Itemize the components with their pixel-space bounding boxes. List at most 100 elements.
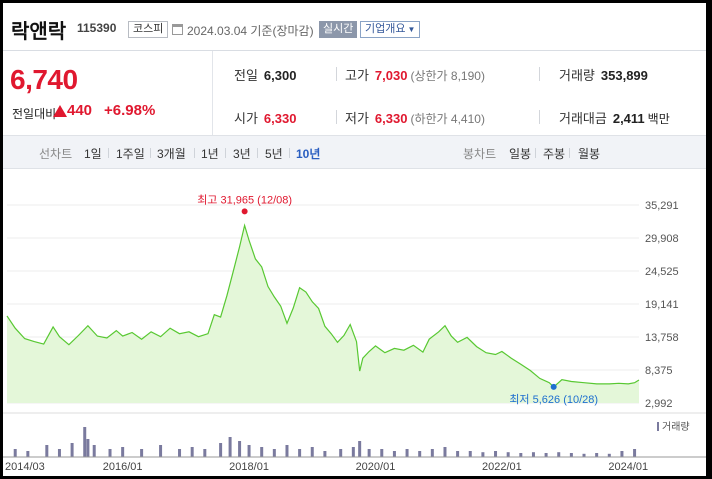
upper-limit: (상한가 8,190) xyxy=(410,69,485,83)
change-rate: +6.98% xyxy=(104,102,156,119)
volume-bar xyxy=(633,449,637,457)
volume-bar xyxy=(380,449,384,457)
volume-bar xyxy=(418,451,422,457)
volume-bar xyxy=(367,449,371,457)
change-label: 전일대비 xyxy=(12,107,57,121)
divider xyxy=(225,148,226,158)
divider xyxy=(569,148,570,158)
price-area xyxy=(7,225,639,403)
tab-1w[interactable]: 1주일 xyxy=(116,145,145,162)
divider xyxy=(194,148,195,158)
divider xyxy=(539,67,540,81)
stock-header: 락앤락 115390 코스피 2024.03.04 기준(장마감) 실시간 기업… xyxy=(3,3,706,51)
open-label: 시가 xyxy=(234,111,258,126)
base-date: 2024.03.04 기준(장마감) xyxy=(187,24,314,38)
volume-bar xyxy=(159,445,163,457)
y-tick-label: 19,141 xyxy=(645,299,679,311)
volume-bar xyxy=(519,453,523,457)
low-price: 저가 6,330 (하한가 4,410) xyxy=(345,108,485,127)
up-triangle-icon xyxy=(53,105,67,117)
volume-bar xyxy=(298,449,302,457)
min-marker xyxy=(550,383,557,390)
x-tick-label: 2022/01 xyxy=(482,461,522,473)
trade-amount: 거래대금 2,411 백만 xyxy=(559,108,670,127)
volume-bar xyxy=(70,443,74,457)
volume-bar xyxy=(323,451,327,457)
y-tick-label: 13,758 xyxy=(645,332,679,344)
chevron-down-icon: ▼ xyxy=(407,25,416,34)
lower-limit: (하한가 4,410) xyxy=(410,112,485,126)
volume: 거래량 353,899 xyxy=(559,65,648,84)
y-tick-label: 35,291 xyxy=(645,200,679,212)
open-price: 시가 6,330 xyxy=(234,108,296,127)
volume-bar xyxy=(45,445,49,457)
volume-bar xyxy=(544,453,548,457)
volume-bar xyxy=(430,449,434,457)
volume-bar xyxy=(569,453,573,457)
volume-bar xyxy=(238,441,242,457)
price-panel: 6,740 전일대비 440 +6.98% xyxy=(3,51,213,135)
volume-legend-label: 거래량 xyxy=(662,421,690,433)
max-label: 최고 31,965 (12/08) xyxy=(197,193,292,206)
volume-bar xyxy=(228,437,232,457)
volume-bar xyxy=(83,427,87,457)
volume-bar xyxy=(178,449,182,457)
divider xyxy=(336,110,337,124)
x-tick-label: 2020/01 xyxy=(356,461,396,473)
realtime-button[interactable]: 실시간 xyxy=(319,21,358,38)
tab-3m[interactable]: 3개월 xyxy=(157,145,186,162)
divider xyxy=(289,148,290,158)
tab-weekly[interactable]: 주봉 xyxy=(543,145,565,162)
company-overview-button[interactable]: 기업개요 ▼ xyxy=(360,21,421,38)
current-price: 6,740 xyxy=(10,64,78,95)
y-tick-label: 29,908 xyxy=(645,233,679,245)
divider xyxy=(108,148,109,158)
tab-monthly[interactable]: 월봉 xyxy=(578,145,600,162)
amount-value: 2,411 xyxy=(612,111,645,126)
volume-bar xyxy=(92,445,96,457)
prev-close-value: 6,300 xyxy=(263,68,297,83)
volume-bar xyxy=(557,452,561,457)
x-tick-label: 2018/01 xyxy=(229,461,269,473)
price-chart[interactable]: 35,291 29,908 24,525 19,141 13,758 8,375 2,992… xyxy=(3,169,706,476)
volume-legend-swatch xyxy=(657,422,659,431)
high-price: 고가 7,030 (상한가 8,190) xyxy=(345,65,485,84)
amount-label: 거래대금 xyxy=(559,111,607,126)
volume-label: 거래량 xyxy=(559,68,595,83)
calendar-icon xyxy=(172,24,183,35)
tab-1y[interactable]: 1년 xyxy=(201,145,219,162)
volume-bar xyxy=(494,451,498,457)
tab-1d[interactable]: 1일 xyxy=(84,145,102,162)
volume-bar xyxy=(219,443,223,457)
high-value: 7,030 xyxy=(374,68,408,83)
volume-bar xyxy=(26,451,30,457)
volume-bar xyxy=(140,449,144,457)
candle-chart-label: 봉차트 xyxy=(463,147,497,161)
tab-5y[interactable]: 5년 xyxy=(265,145,283,162)
tab-3y[interactable]: 3년 xyxy=(233,145,251,162)
company-overview-label: 기업개요 xyxy=(365,23,406,35)
tab-daily[interactable]: 일봉 xyxy=(509,145,531,162)
open-value: 6,330 xyxy=(263,111,297,126)
divider xyxy=(150,148,151,158)
divider xyxy=(257,148,258,158)
y-tick-label: 24,525 xyxy=(645,266,679,278)
volume-bar xyxy=(443,447,447,457)
volume-bar xyxy=(620,451,624,457)
market-badge: 코스피 xyxy=(128,21,169,38)
volume-bar xyxy=(260,447,264,457)
stock-name[interactable]: 락앤락 xyxy=(11,15,66,44)
stock-widget: 락앤락 115390 코스피 2024.03.04 기준(장마감) 실시간 기업… xyxy=(3,3,706,476)
change-amount: 440 xyxy=(67,102,93,119)
tab-10y[interactable]: 10년 xyxy=(296,145,320,162)
prev-close: 전일 6,300 xyxy=(234,65,296,84)
volume-bar xyxy=(13,449,17,457)
volume-bar xyxy=(310,447,314,457)
max-marker xyxy=(241,208,248,215)
divider xyxy=(336,67,337,81)
volume-bar xyxy=(506,452,510,457)
volume-bar xyxy=(351,447,355,457)
y-tick-label: 2,992 xyxy=(645,398,673,410)
low-value: 6,330 xyxy=(374,111,408,126)
volume-bar xyxy=(285,445,289,457)
